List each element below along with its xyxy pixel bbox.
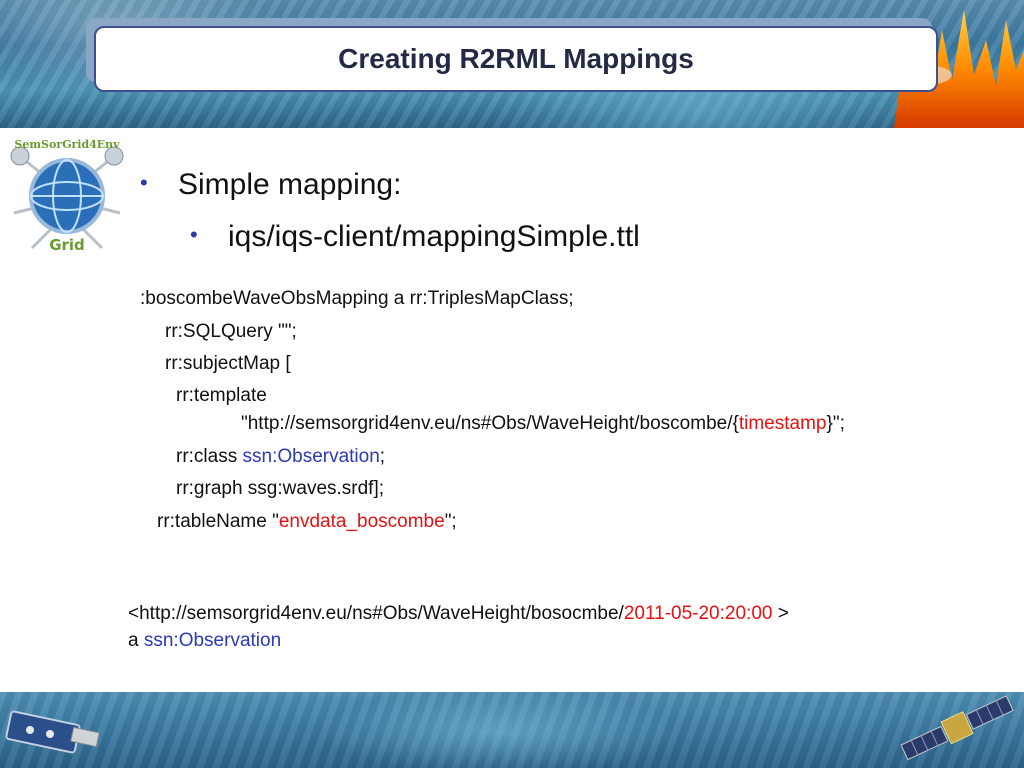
- slide-title: Creating R2RML Mappings: [338, 43, 694, 74]
- code-highlight-red: timestamp: [738, 413, 827, 434]
- code-line: :boscombeWaveObsMapping a rr:TriplesMapC…: [140, 288, 574, 309]
- title-box: Creating R2RML Mappings: [94, 26, 938, 92]
- code-text: rr:class: [176, 446, 243, 467]
- bullet-item-2: • iqs/iqs-client/mappingSimple.ttl: [190, 220, 640, 254]
- satellite-image: [900, 695, 1014, 761]
- result-text: <http://semsorgrid4env.eu/ns#Obs/WaveHei…: [128, 603, 624, 624]
- code-text: "http://semsorgrid4env.eu/ns#Obs/WaveHei…: [241, 413, 739, 434]
- code-text: ";: [444, 511, 457, 532]
- code-line: rr:SQLQuery "";: [165, 321, 297, 342]
- result-line: a ssn:Observation: [128, 630, 281, 652]
- result-line: <http://semsorgrid4env.eu/ns#Obs/WaveHei…: [128, 603, 789, 625]
- code-line: rr:tableName "envdata_boscombe";: [157, 511, 457, 533]
- result-text: a: [128, 630, 144, 651]
- code-line: rr:subjectMap [: [165, 353, 291, 374]
- sensor-device-image: [5, 710, 100, 754]
- code-line: rr:template: [176, 385, 267, 406]
- footer-banner: [0, 692, 1024, 768]
- bullet-dot: •: [140, 170, 148, 195]
- bullet-item-1: • Simple mapping:: [140, 168, 401, 202]
- code-text: }";: [826, 413, 845, 434]
- bullet-text: Simple mapping:: [178, 168, 402, 201]
- bullet-dot: •: [190, 222, 198, 247]
- code-text: ;: [379, 446, 386, 467]
- logo-bottom-text: Grid: [49, 236, 85, 254]
- code-line: rr:graph ssg:waves.srdf];: [176, 478, 385, 499]
- logo-top-text: SemSorGrid4Env: [14, 138, 120, 151]
- code-text: rr:tableName ": [157, 511, 279, 532]
- bullet-text: iqs/iqs-client/mappingSimple.ttl: [228, 220, 640, 253]
- result-highlight-red: 2011-05-20:20:00: [623, 603, 773, 624]
- code-highlight-blue: ssn:Observation: [242, 446, 380, 467]
- code-line: "http://semsorgrid4env.eu/ns#Obs/WaveHei…: [241, 413, 845, 435]
- code-highlight-red: envdata_boscombe: [278, 511, 445, 532]
- result-highlight-blue: ssn:Observation: [143, 630, 282, 651]
- semsorgrid-logo: SemSorGrid4Env Grid: [10, 138, 124, 254]
- result-text: >: [772, 603, 789, 624]
- code-line: rr:class ssn:Observation;: [176, 446, 385, 468]
